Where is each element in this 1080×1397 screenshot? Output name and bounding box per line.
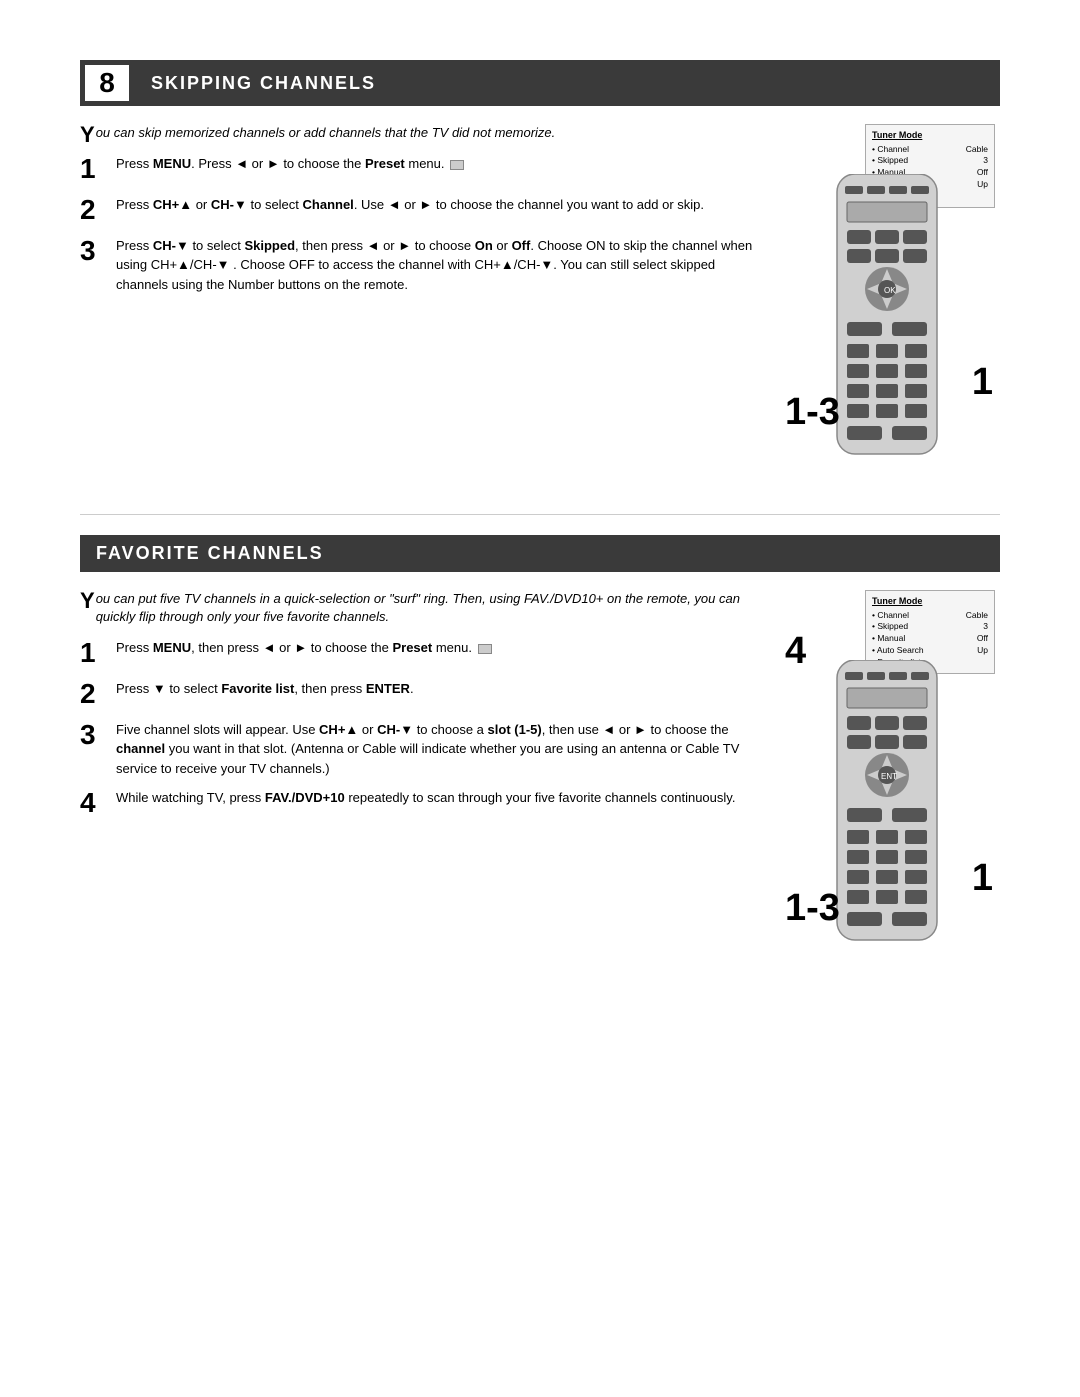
fav-step-overlay-4: 4 <box>785 630 806 673</box>
drop-cap-y: Y <box>80 124 95 146</box>
skip-remote-svg: OK <box>827 174 947 464</box>
fav-content-area: You can put five TV channels in a quick-… <box>80 590 1000 970</box>
fav-screen-row-3: • Auto SearchUp <box>872 645 988 657</box>
fav-text-col: You can put five TV channels in a quick-… <box>80 590 760 970</box>
skip-text-col: You can skip memorized channels or add c… <box>80 124 760 484</box>
fav-steps: 1 Press MENU, then press ◄ or ► to choos… <box>80 638 760 819</box>
fav-remote-area: Tuner Mode • ChannelCable • Skipped3 • M… <box>785 590 995 970</box>
fav-step-text-3: Five channel slots will appear. Use CH+▲… <box>116 720 760 779</box>
step-text-3: Press CH-▼ to select Skipped, then press… <box>116 236 760 295</box>
section-divider <box>80 514 1000 515</box>
section-title-skip: Skipping Channels <box>131 65 396 102</box>
fav-step-text-2: Press ▼ to select Favorite list, then pr… <box>116 679 760 699</box>
fav-step-1: 1 Press MENU, then press ◄ or ► to choos… <box>80 638 760 669</box>
svg-text:OK: OK <box>884 286 896 295</box>
fav-screen-row-2: • ManualOff <box>872 633 988 645</box>
favorite-channels-section: Favorite Channels You can put five TV ch… <box>80 535 1000 970</box>
fav-step-text-1: Press MENU, then press ◄ or ► to choose … <box>116 638 760 658</box>
skip-screen-row-0: • ChannelCable <box>872 144 988 156</box>
step-num-2: 2 <box>80 195 108 226</box>
skip-screen-row-1: • Skipped3 <box>872 155 988 167</box>
fav-screen-title: Tuner Mode <box>872 595 988 608</box>
section-title-fav: Favorite Channels <box>80 535 344 572</box>
fav-step-num-4: 4 <box>80 788 108 819</box>
skip-step-overlay-1: 1 <box>972 361 993 404</box>
fav-intro: You can put five TV channels in a quick-… <box>80 590 760 626</box>
section-header-fav: Favorite Channels <box>80 535 1000 572</box>
step-text-1: Press MENU. Press ◄ or ► to choose the P… <box>116 154 760 174</box>
skip-intro: You can skip memorized channels or add c… <box>80 124 760 142</box>
step-num-1: 1 <box>80 154 108 185</box>
drop-cap-y2: Y <box>80 590 95 612</box>
skip-step-3: 3 Press CH-▼ to select Skipped, then pre… <box>80 236 760 295</box>
skip-remote-col: Tuner Mode • ChannelCable • Skipped3 • M… <box>780 124 1000 484</box>
step-num-3: 3 <box>80 236 108 267</box>
fav-step-2: 2 Press ▼ to select Favorite list, then … <box>80 679 760 710</box>
fav-remote-col: Tuner Mode • ChannelCable • Skipped3 • M… <box>780 590 1000 970</box>
skip-step-1: 1 Press MENU. Press ◄ or ► to choose the… <box>80 154 760 185</box>
fav-step-text-4: While watching TV, press FAV./DVD+10 rep… <box>116 788 760 808</box>
step-text-2: Press CH+▲ or CH-▼ to select Channel. Us… <box>116 195 760 215</box>
fav-step-num-3: 3 <box>80 720 108 751</box>
svg-text:ENT: ENT <box>881 772 897 781</box>
fav-step-3: 3 Five channel slots will appear. Use CH… <box>80 720 760 779</box>
skip-step-2: 2 Press CH+▲ or CH-▼ to select Channel. … <box>80 195 760 226</box>
fav-remote-svg: ENT <box>827 660 947 950</box>
fav-step-4: 4 While watching TV, press FAV./DVD+10 r… <box>80 788 760 819</box>
fav-screen-row-1: • Skipped3 <box>872 621 988 633</box>
skip-content-area: You can skip memorized channels or add c… <box>80 124 1000 484</box>
skip-screen-title: Tuner Mode <box>872 129 988 142</box>
skip-steps: 1 Press MENU. Press ◄ or ► to choose the… <box>80 154 760 294</box>
skip-remote-area: Tuner Mode • ChannelCable • Skipped3 • M… <box>785 124 995 484</box>
fav-step-overlay-13: 1-3 <box>785 888 840 930</box>
fav-step-num-2: 2 <box>80 679 108 710</box>
fav-step-overlay-1: 1 <box>972 857 993 900</box>
fav-step-num-1: 1 <box>80 638 108 669</box>
section-number: 8 <box>83 63 131 103</box>
skipping-channels-section: 8 Skipping Channels You can skip memoriz… <box>80 60 1000 484</box>
fav-screen-row-0: • ChannelCable <box>872 610 988 622</box>
section-header-skip: 8 Skipping Channels <box>80 60 1000 106</box>
skip-step-overlay-13: 1-3 <box>785 392 840 434</box>
